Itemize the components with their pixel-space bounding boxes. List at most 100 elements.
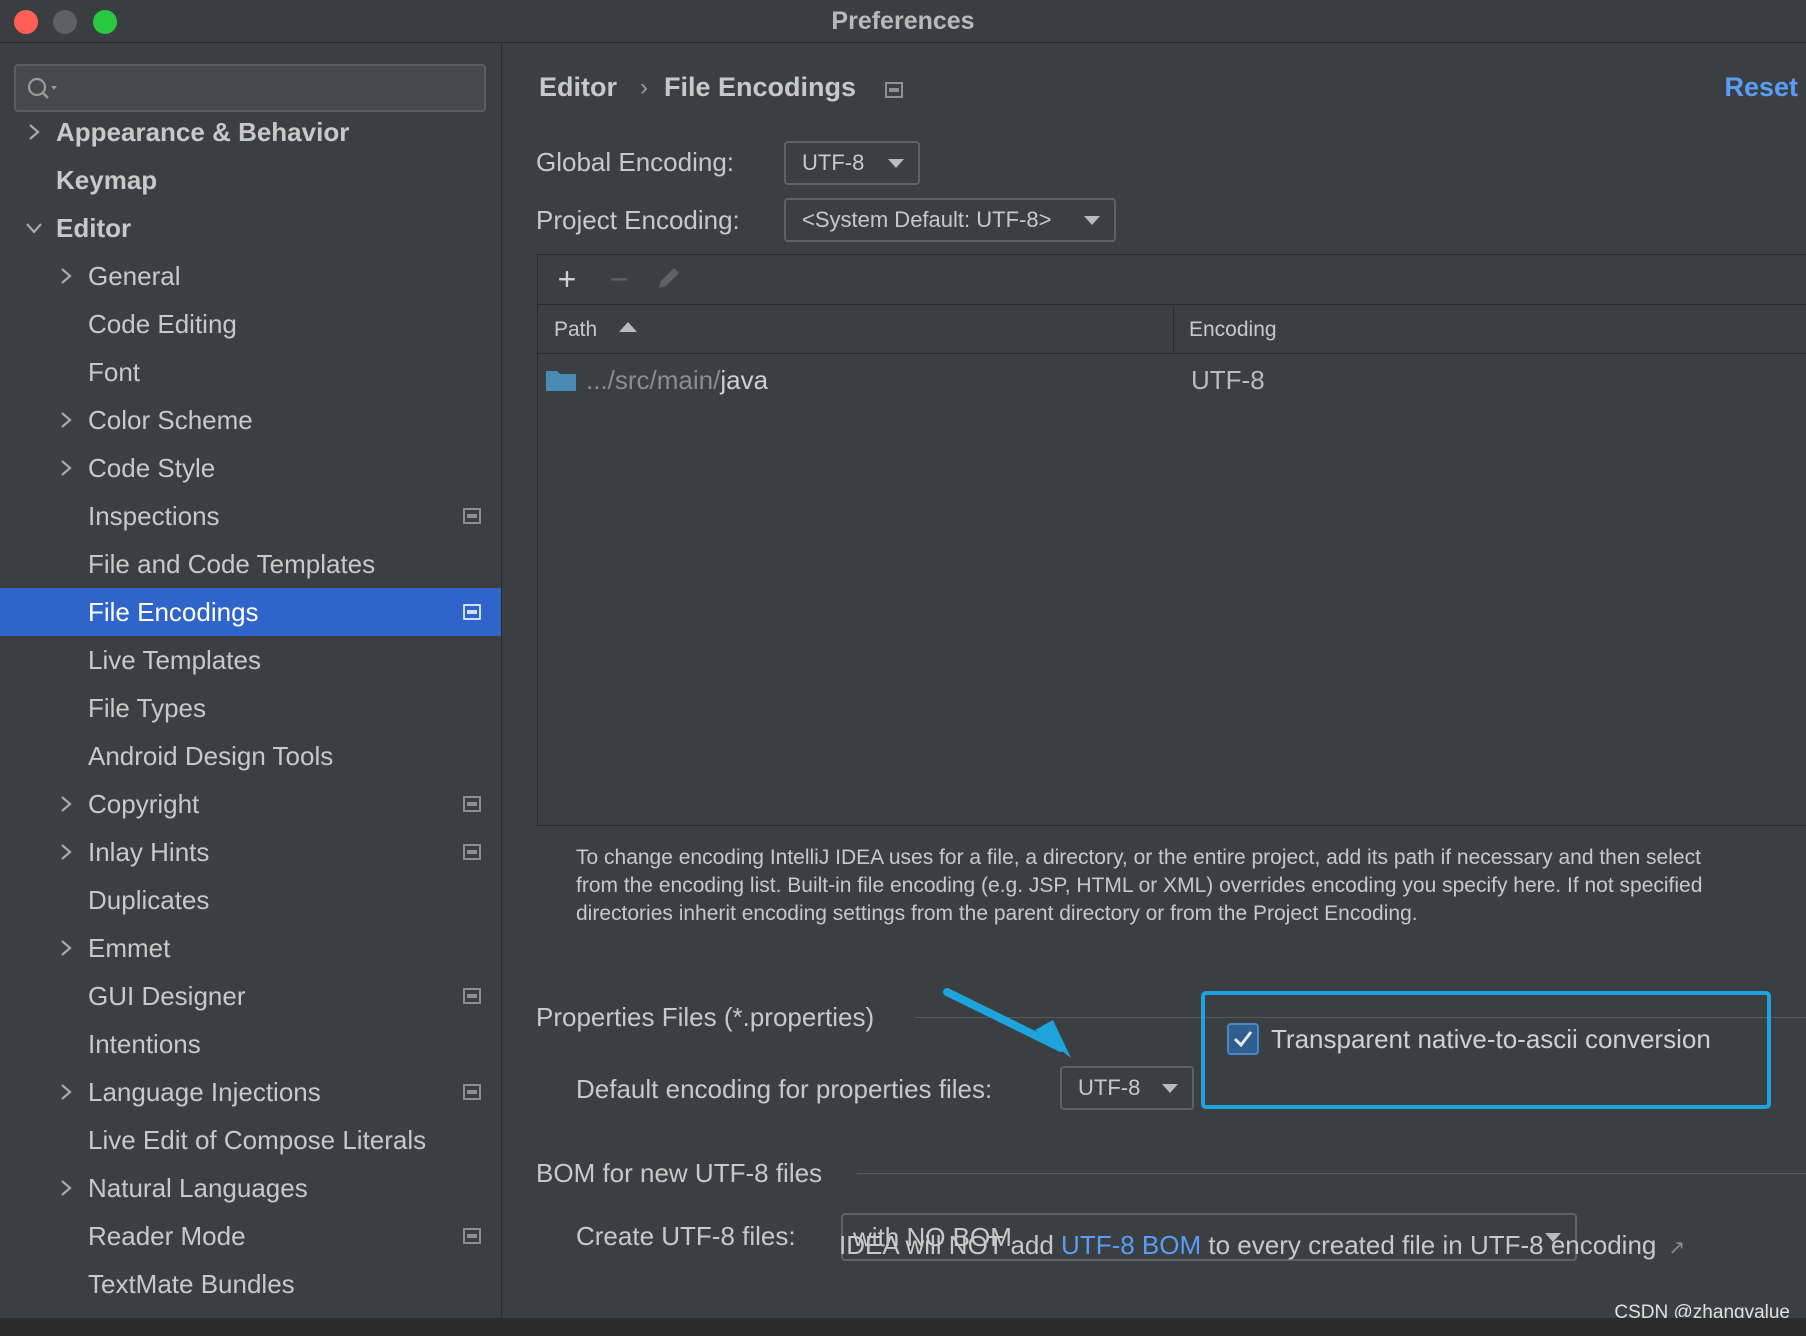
chevron-right-icon[interactable] <box>24 122 44 142</box>
project-scope-icon <box>885 82 903 98</box>
add-mapping-button[interactable]: + <box>550 263 584 297</box>
project-scope-icon <box>463 844 481 860</box>
project-scope-icon <box>463 988 481 1004</box>
global-encoding-select[interactable]: UTF-8 <box>784 141 920 185</box>
sidebar-item-intentions[interactable]: Intentions <box>0 1020 501 1068</box>
page-title: File Encodings <box>664 72 857 102</box>
remove-mapping-button[interactable]: − <box>602 263 636 297</box>
settings-content: Editor › File Encodings Reset Global Enc… <box>503 44 1806 1318</box>
project-scope-icon <box>463 1228 481 1244</box>
native-to-ascii-label[interactable]: Transparent native-to-ascii conversion <box>1271 1024 1711 1055</box>
utf8-bom-link[interactable]: UTF-8 BOM <box>1061 1230 1201 1260</box>
edit-mapping-button[interactable] <box>652 263 686 297</box>
sidebar-item-inspections[interactable]: Inspections <box>0 492 501 540</box>
annotation-arrow-icon <box>943 988 1071 1058</box>
section-divider <box>857 1173 1806 1174</box>
sidebar-item-label: Code Style <box>88 453 216 483</box>
sidebar-item-label: Android Design Tools <box>88 741 334 771</box>
settings-search-input[interactable] <box>14 64 486 112</box>
sidebar-item-live-templates[interactable]: Live Templates <box>0 636 501 684</box>
sidebar-item-emmet[interactable]: Emmet <box>0 924 501 972</box>
global-encoding-value: UTF-8 <box>802 150 865 175</box>
native-to-ascii-checkbox[interactable] <box>1227 1023 1259 1055</box>
column-header-path-label: Path <box>554 318 598 341</box>
path-prefix: .../src/main/ <box>586 365 721 395</box>
sidebar-item-file-types[interactable]: File Types <box>0 684 501 732</box>
chevron-right-icon[interactable] <box>56 938 76 958</box>
chevron-right-icon[interactable] <box>56 794 76 814</box>
encoding-mappings-table: + − Path Encoding .../src/main/java UTF-… <box>537 254 1806 826</box>
sidebar-item-label: GUI Designer <box>88 981 246 1011</box>
chevron-right-icon[interactable] <box>56 842 76 862</box>
column-header-path[interactable]: Path <box>538 306 1174 354</box>
sidebar-item-font[interactable]: Font <box>0 348 501 396</box>
sidebar-item-android-design-tools[interactable]: Android Design Tools <box>0 732 501 780</box>
sidebar-item-code-editing[interactable]: Code Editing <box>0 300 501 348</box>
sidebar-item-label: Intentions <box>88 1029 201 1059</box>
hint-text-before: IDEA will NOT add <box>839 1230 1062 1260</box>
sidebar-item-inlay-hints[interactable]: Inlay Hints <box>0 828 501 876</box>
sidebar-item-file-encodings[interactable]: File Encodings <box>0 588 501 636</box>
properties-section-title: Properties Files (*.properties) <box>536 1002 875 1032</box>
sidebar-item-label: Reader Mode <box>88 1221 246 1251</box>
bom-hint-text: IDEA will NOT add UTF-8 BOM to every cre… <box>839 1230 1685 1261</box>
sidebar-item-label: File Types <box>88 693 207 723</box>
project-scope-icon <box>463 1084 481 1100</box>
chevron-right-icon[interactable] <box>56 410 76 430</box>
sidebar-item-textmate-bundles[interactable]: TextMate Bundles <box>0 1260 501 1308</box>
table-row[interactable]: .../src/main/java UTF-8 <box>538 355 1806 405</box>
sidebar-item-gui-designer[interactable]: GUI Designer <box>0 972 501 1020</box>
title-bar: Preferences <box>0 0 1806 43</box>
breadcrumb-editor[interactable]: Editor <box>539 72 617 103</box>
sidebar-item-code-style[interactable]: Code Style <box>0 444 501 492</box>
sidebar-item-label: Appearance & Behavior <box>56 117 350 147</box>
project-scope-icon <box>463 604 481 620</box>
sidebar-item-color-scheme[interactable]: Color Scheme <box>0 396 501 444</box>
search-icon <box>27 77 57 99</box>
checkmark-icon <box>1233 1031 1253 1048</box>
sidebar-item-label: Code Editing <box>88 309 237 339</box>
column-header-encoding[interactable]: Encoding <box>1175 306 1806 354</box>
sidebar-item-label: Color Scheme <box>88 405 253 435</box>
chevron-down-icon <box>1162 1084 1178 1093</box>
sidebar-item-copyright[interactable]: Copyright <box>0 780 501 828</box>
project-encoding-select[interactable]: <System Default: UTF-8> <box>784 198 1116 242</box>
sidebar-item-label: Natural Languages <box>88 1173 308 1203</box>
sidebar-item-appearance-behavior[interactable]: Appearance & Behavior <box>0 108 501 156</box>
chevron-right-icon[interactable] <box>56 458 76 478</box>
path-name: java <box>720 365 769 395</box>
chevron-right-icon[interactable] <box>56 1178 76 1198</box>
encoding-cell: UTF-8 <box>1191 365 1265 395</box>
default-properties-encoding-label: Default encoding for properties files: <box>576 1074 993 1104</box>
sidebar-item-label: File and Code Templates <box>88 549 376 579</box>
sidebar-item-duplicates[interactable]: Duplicates <box>0 876 501 924</box>
sidebar-item-language-injections[interactable]: Language Injections <box>0 1068 501 1116</box>
sidebar-item-label: Inlay Hints <box>88 837 210 867</box>
sidebar-item-editor[interactable]: Editor <box>0 204 501 252</box>
sidebar-item-live-edit-of-compose-literals[interactable]: Live Edit of Compose Literals <box>0 1116 501 1164</box>
sidebar-item-general[interactable]: General <box>0 252 501 300</box>
chevron-right-icon[interactable] <box>56 266 76 286</box>
sidebar-item-label: Language Injections <box>88 1077 321 1107</box>
folder-icon <box>546 371 576 391</box>
sidebar-item-label: Emmet <box>88 933 171 963</box>
settings-sidebar: Appearance & Behavior Keymap Editor General… <box>0 44 502 1318</box>
pencil-icon <box>659 268 679 288</box>
global-encoding-label: Global Encoding: <box>536 147 735 177</box>
external-link-icon: ↗ <box>1668 1237 1686 1259</box>
sidebar-item-keymap[interactable]: Keymap <box>0 156 501 204</box>
properties-encoding-value: UTF-8 <box>1078 1075 1141 1100</box>
sidebar-item-natural-languages[interactable]: Natural Languages <box>0 1164 501 1212</box>
table-toolbar: + − <box>538 255 1806 305</box>
project-encoding-value: <System Default: UTF-8> <box>802 207 1052 232</box>
encoding-info-text: To change encoding IntelliJ IDEA uses fo… <box>576 844 1806 928</box>
sidebar-item-label: Live Templates <box>88 645 261 675</box>
sidebar-item-reader-mode[interactable]: Reader Mode <box>0 1212 501 1260</box>
properties-encoding-select[interactable]: UTF-8 <box>1060 1066 1194 1110</box>
reset-link[interactable]: Reset <box>1724 72 1798 103</box>
sidebar-item-file-and-code-templates[interactable]: File and Code Templates <box>0 540 501 588</box>
sidebar-item-label: Inspections <box>88 501 220 531</box>
chevron-down-icon <box>888 159 904 168</box>
chevron-right-icon[interactable] <box>56 1082 76 1102</box>
chevron-down-icon[interactable] <box>24 218 44 238</box>
